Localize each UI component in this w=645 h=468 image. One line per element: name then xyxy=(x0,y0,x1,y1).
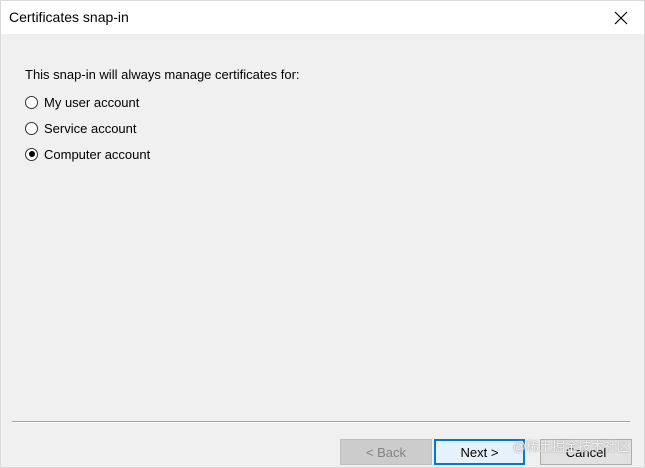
certificates-snapin-dialog: Certificates snap-in This snap-in will a… xyxy=(0,0,645,468)
close-button[interactable] xyxy=(598,1,644,34)
radio-label: My user account xyxy=(44,94,140,110)
footer-separator xyxy=(12,421,630,423)
title-bar: Certificates snap-in xyxy=(1,1,644,34)
radio-unchecked-icon[interactable] xyxy=(25,121,38,135)
radio-my-user-account[interactable]: My user account xyxy=(25,93,139,111)
radio-service-account[interactable]: Service account xyxy=(25,119,137,137)
close-icon xyxy=(614,11,628,24)
radio-label: Computer account xyxy=(44,146,151,162)
radio-unchecked-icon[interactable] xyxy=(25,95,38,109)
radio-label: Service account xyxy=(44,120,137,136)
prompt-text: This snap-in will always manage certific… xyxy=(25,67,300,82)
dialog-content: This snap-in will always manage certific… xyxy=(1,35,644,467)
radio-checked-icon[interactable] xyxy=(25,147,38,161)
radio-computer-account[interactable]: Computer account xyxy=(25,145,150,163)
window-title: Certificates snap-in xyxy=(9,9,129,25)
back-button[interactable]: < Back xyxy=(340,439,432,465)
next-button[interactable]: Next > xyxy=(434,439,525,465)
cancel-button[interactable]: Cancel xyxy=(540,439,632,465)
